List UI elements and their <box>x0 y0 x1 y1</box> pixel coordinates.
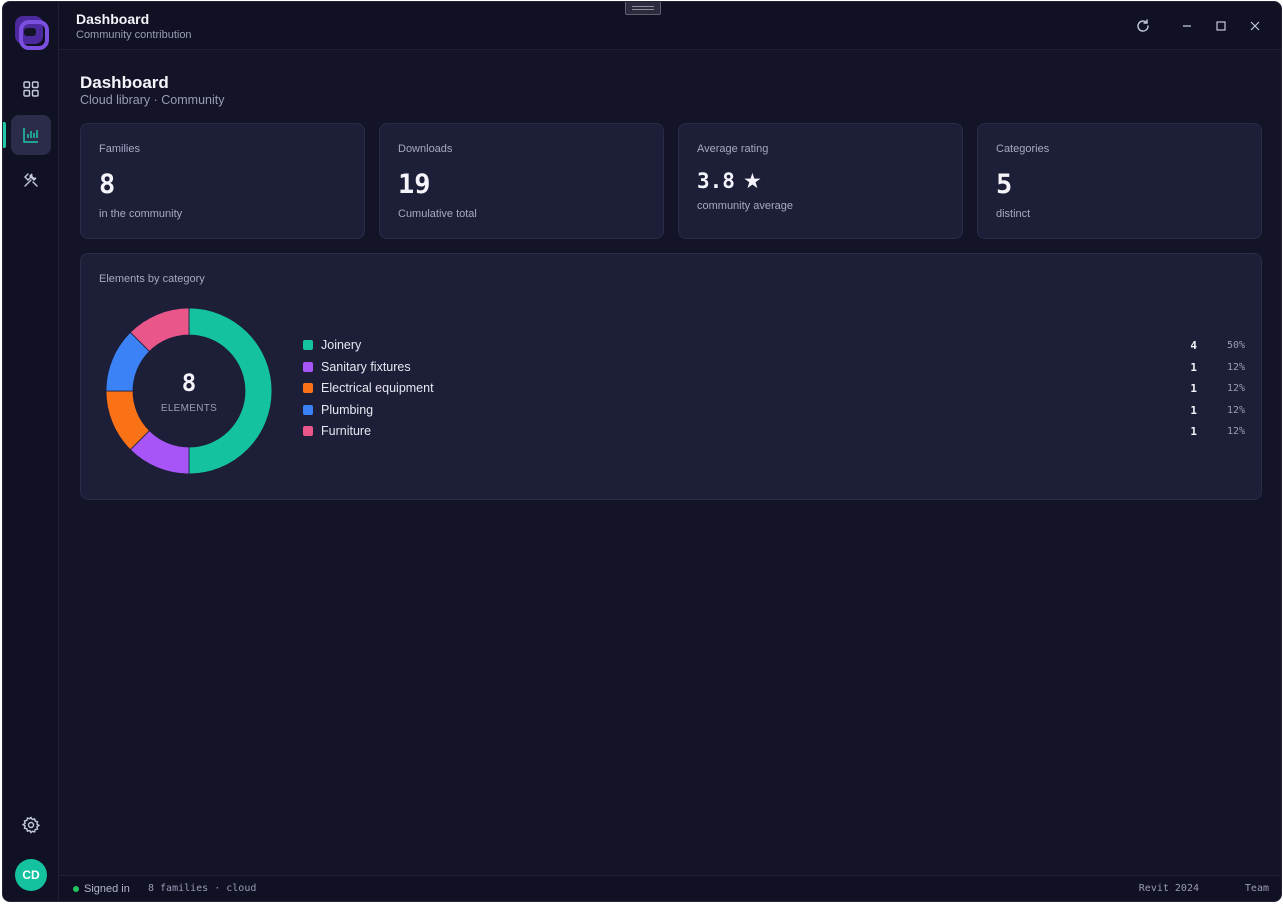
close-button[interactable] <box>1245 16 1265 36</box>
donut-center-value: 8 <box>181 369 197 397</box>
stat-label: Downloads <box>398 143 453 155</box>
legend-label: Sanitary fixtures <box>321 359 411 374</box>
legend-item: Sanitary fixtures 1 12% <box>303 358 1245 380</box>
avatar[interactable]: CD <box>15 859 47 891</box>
revit-version: Revit 2024 <box>1138 883 1199 894</box>
status-bar: Signed in 8 families · cloud Revit 2024 … <box>59 875 1281 901</box>
legend-item: Furniture 1 12% <box>303 422 1245 444</box>
title-bar: Dashboard Community contribution <box>59 2 1281 50</box>
page-title: Dashboard <box>80 73 169 92</box>
refresh-button[interactable] <box>1133 16 1153 36</box>
maximize-button[interactable] <box>1211 16 1231 36</box>
app-logo-icon[interactable] <box>13 14 49 50</box>
legend-count: 1 <box>1190 382 1197 395</box>
rail-item-tools[interactable] <box>11 160 51 200</box>
settings-button[interactable] <box>11 805 51 845</box>
legend-swatch <box>303 426 313 436</box>
rail-item-dashboard[interactable] <box>11 115 51 155</box>
star-icon: ★ <box>742 169 762 193</box>
category-chart-panel: Elements by category 8 ELEMENTS Joinery 4… <box>80 253 1262 500</box>
legend-count: 1 <box>1190 403 1197 417</box>
stat-note: community average <box>697 200 793 212</box>
tools-icon <box>24 173 38 187</box>
stat-label: Average rating <box>697 143 769 155</box>
library-info: 8 families · cloud <box>148 883 257 894</box>
stat-note: in the community <box>99 208 183 220</box>
legend-swatch <box>303 340 313 350</box>
stat-value-row: 3.8 ★ <box>697 169 762 193</box>
refresh-icon <box>1137 19 1149 32</box>
maximize-icon <box>1216 21 1226 31</box>
close-icon <box>1250 21 1260 31</box>
stat-card-categories: Categories 5 distinct <box>977 123 1262 239</box>
legend-item: Electrical equipment 1 12% <box>303 379 1245 401</box>
legend-item: Plumbing 1 12% <box>303 401 1245 423</box>
signed-in-status: Signed in <box>84 883 130 895</box>
stat-card-families: Families 8 in the community <box>80 123 365 239</box>
active-indicator <box>3 122 6 148</box>
stat-note: Cumulative total <box>398 208 477 220</box>
legend-percent: 50% <box>1226 340 1245 351</box>
bar-chart-icon <box>23 128 38 143</box>
stat-value: 8 <box>99 169 116 200</box>
grid-icon <box>23 81 39 97</box>
legend-swatch <box>303 404 313 415</box>
stat-label: Families <box>99 143 140 155</box>
minimize-icon <box>1183 25 1191 27</box>
stat-card-downloads: Downloads 19 Cumulative total <box>379 123 664 239</box>
drag-handle[interactable] <box>625 2 661 15</box>
page-subtitle: Cloud library · Community <box>80 93 225 107</box>
stat-note: distinct <box>996 208 1031 220</box>
legend-swatch <box>303 361 313 372</box>
stat-value: 5 <box>996 169 1013 200</box>
legend-percent: 12% <box>1226 383 1245 394</box>
donut-center-label: ELEMENTS <box>160 403 218 414</box>
legend-swatch <box>303 383 313 393</box>
nav-rail: CD <box>3 2 59 901</box>
legend-label: Joinery <box>321 338 362 352</box>
legend-percent: 12% <box>1226 404 1245 416</box>
legend-label: Furniture <box>321 424 372 438</box>
window-subtitle: Community contribution <box>76 29 192 41</box>
minimize-button[interactable] <box>1177 16 1197 36</box>
stat-value: 3.8 <box>697 169 735 193</box>
main-content: Dashboard Cloud library · Community Fami… <box>59 50 1281 875</box>
legend-label: Plumbing <box>321 402 374 417</box>
rail-item-overview[interactable] <box>11 69 51 109</box>
app-window: CD Dashboard Community contribution Dash… <box>2 1 1282 902</box>
legend-count: 1 <box>1190 360 1197 374</box>
legend-percent: 12% <box>1226 426 1245 437</box>
legend-count: 1 <box>1190 425 1197 438</box>
chart-title: Elements by category <box>99 273 205 285</box>
legend-count: 4 <box>1190 339 1197 352</box>
legend-label: Electrical equipment <box>321 381 434 395</box>
stat-card-rating: Average rating 3.8 ★ community average <box>678 123 963 239</box>
chart-legend: Joinery 4 50% Sanitary fixtures 1 12% Electric… <box>303 336 1245 444</box>
stat-value: 19 <box>398 169 431 200</box>
legend-item: Joinery 4 50% <box>303 336 1245 358</box>
gear-icon <box>22 816 40 834</box>
legend-percent: 12% <box>1226 361 1245 373</box>
status-indicator <box>73 886 79 892</box>
stat-label: Categories <box>996 143 1050 155</box>
team-label: Team <box>1244 883 1269 894</box>
window-title: Dashboard <box>76 11 150 27</box>
